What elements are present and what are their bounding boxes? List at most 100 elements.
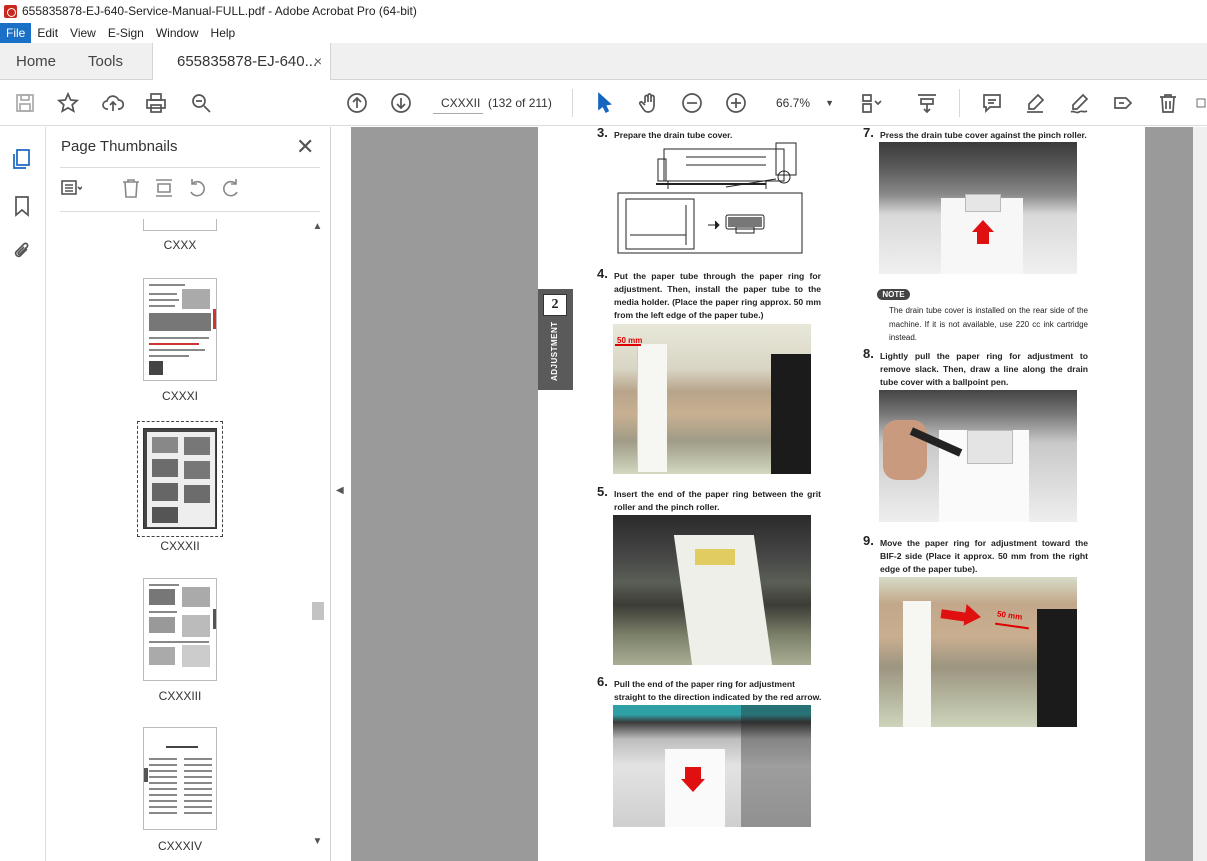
save-icon[interactable] <box>12 90 38 116</box>
menu-bar: File Edit View E-Sign Window Help <box>0 22 1207 43</box>
zoom-in-icon[interactable] <box>723 90 749 116</box>
hand-tool-icon[interactable] <box>636 90 662 116</box>
fill-sign-icon[interactable] <box>1066 90 1092 116</box>
main-toolbar: CXXXII (132 of 211) 66.7% ▼ <box>0 80 1207 126</box>
thumbnail-scrollbar[interactable]: ▲ ▼ <box>310 219 325 859</box>
delete-page-icon[interactable] <box>120 177 144 201</box>
scroll-mode-icon[interactable] <box>914 90 940 116</box>
zoom-search-icon[interactable] <box>188 90 214 116</box>
grit-roller-photo <box>613 515 811 665</box>
page-thumbnail[interactable] <box>143 278 217 381</box>
edit-tag-icon[interactable] <box>1110 90 1136 116</box>
pdf-page: 2 ADJUSTMENT 3. Prepare the drain tube c… <box>538 127 1145 861</box>
menu-esign[interactable]: E-Sign <box>102 23 150 43</box>
step-number: 9. <box>863 533 874 548</box>
step-4: 4. Put the paper tube through the paper … <box>597 267 821 322</box>
print-icon[interactable] <box>143 90 169 116</box>
toolbar-divider <box>959 89 960 117</box>
step-number: 3. <box>597 127 608 140</box>
select-cursor-icon[interactable] <box>591 90 617 116</box>
page-thumbnails-panel: Page Thumbnails ✕ CXXX CXXXI CXXXII CXXX… <box>46 127 331 861</box>
bookmarks-icon[interactable] <box>11 195 35 219</box>
step-number: 8. <box>863 346 874 361</box>
step-8: 8. Lightly pull the paper ring for adjus… <box>863 347 1088 389</box>
note-text: The drain tube cover is installed on the… <box>889 306 1088 342</box>
page-count: (132 of 211) <box>488 96 552 110</box>
previous-page-icon[interactable] <box>344 90 370 116</box>
step-7: 7. Press the drain tube cover against th… <box>863 127 1090 142</box>
thumbnail-label: CXXXII <box>160 539 200 553</box>
toolbar-divider <box>572 89 573 117</box>
page-thumbnails-icon[interactable] <box>11 148 35 172</box>
thumbnail-label: CXXX <box>163 238 197 252</box>
document-view[interactable]: 2 ADJUSTMENT 3. Prepare the drain tube c… <box>351 127 1207 861</box>
page-thumbnail-selected[interactable] <box>143 428 217 529</box>
upload-cloud-icon[interactable] <box>100 90 126 116</box>
note-badge: NOTE <box>877 289 910 300</box>
document-scrollbar[interactable] <box>1193 127 1207 861</box>
chapter-title: ADJUSTMENT <box>550 321 559 381</box>
left-navigation-rail <box>0 127 46 861</box>
page-fit-icon[interactable] <box>858 90 884 116</box>
thumbnail-label: CXXXIV <box>157 839 202 853</box>
chapter-side-tab: 2 ADJUSTMENT <box>538 289 573 390</box>
collapse-panel-icon[interactable]: ◀ <box>336 485 348 501</box>
step-number: 5. <box>597 484 608 499</box>
drain-tube-cover-photo <box>879 142 1077 274</box>
step-text: Press the drain tube cover against the p… <box>880 130 1087 140</box>
page-thumbnail[interactable] <box>143 578 217 681</box>
menu-view[interactable]: View <box>64 23 102 43</box>
ballpoint-pen-photo <box>879 390 1077 522</box>
step-number: 4. <box>597 266 608 281</box>
menu-window[interactable]: Window <box>150 23 205 43</box>
insert-page-icon[interactable] <box>153 177 177 201</box>
paper-ring-move-photo: 50 mm <box>879 577 1077 727</box>
panel-divider <box>60 211 320 212</box>
bookmark-star-icon[interactable] <box>55 90 81 116</box>
menu-help[interactable]: Help <box>205 23 242 43</box>
step-6: 6. Pull the end of the paper ring for ad… <box>597 675 824 704</box>
zoom-level-select[interactable]: 66.7% ▼ <box>768 92 834 114</box>
more-tools-icon[interactable] <box>1196 90 1207 116</box>
tab-close-icon[interactable]: × <box>314 43 322 80</box>
step-number: 7. <box>863 127 874 140</box>
scroll-up-icon[interactable]: ▲ <box>310 221 325 236</box>
menu-file[interactable]: File <box>0 22 32 43</box>
step-5: 5. Insert the end of the paper ring betw… <box>597 485 821 514</box>
attachments-paperclip-icon[interactable] <box>11 240 35 264</box>
pull-paper-photo <box>613 705 811 827</box>
rotate-clockwise-icon[interactable] <box>220 177 244 201</box>
zoom-level-value: 66.7% <box>776 96 811 110</box>
chevron-down-icon: ▼ <box>825 98 834 108</box>
step-text: Pull the end of the paper ring for adjus… <box>614 679 822 702</box>
zoom-out-icon[interactable] <box>679 90 705 116</box>
rotate-counterclockwise-icon[interactable] <box>186 177 210 201</box>
tab-home[interactable]: Home <box>16 43 56 80</box>
menu-edit[interactable]: Edit <box>31 23 64 43</box>
scroll-down-icon[interactable]: ▼ <box>310 836 325 851</box>
tab-document[interactable]: 655835878-EJ-640... × <box>152 43 331 81</box>
step-text: Put the paper tube through the paper rin… <box>614 271 821 320</box>
thumbnail-tools <box>60 177 310 203</box>
highlight-pen-icon[interactable] <box>1022 90 1048 116</box>
panel-divider <box>60 167 320 168</box>
page-number-input[interactable]: CXXXII <box>433 92 483 114</box>
tab-document-label: 655835878-EJ-640... <box>177 53 318 70</box>
step-number: 6. <box>597 674 608 689</box>
comment-icon[interactable] <box>979 90 1005 116</box>
thumbnail-options-icon[interactable] <box>60 177 84 201</box>
close-panel-icon[interactable]: ✕ <box>296 134 314 160</box>
step-text: Move the paper ring for adjustment towar… <box>880 538 1088 574</box>
panel-title: Page Thumbnails <box>61 138 178 155</box>
delete-trash-icon[interactable] <box>1155 90 1181 116</box>
page-thumbnail[interactable] <box>143 727 217 830</box>
next-page-icon[interactable] <box>388 90 414 116</box>
thumbnail-label: CXXXIII <box>158 689 202 703</box>
scrollbar-thumb[interactable] <box>312 602 324 620</box>
drain-tube-cover-diagram <box>616 139 806 255</box>
chapter-number: 2 <box>543 294 567 316</box>
page-thumbnail[interactable] <box>143 219 217 231</box>
tab-tools[interactable]: Tools <box>88 43 123 80</box>
acrobat-app-icon <box>4 4 17 18</box>
title-bar: 655835878-EJ-640-Service-Manual-FULL.pdf… <box>0 0 1207 22</box>
